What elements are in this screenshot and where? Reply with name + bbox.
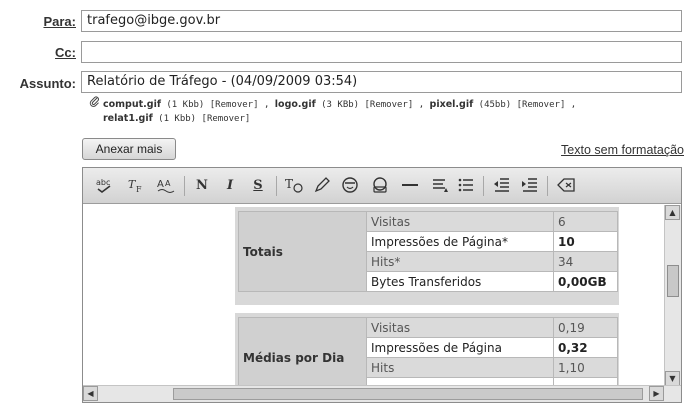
metric-label: Impressões de Página* (366, 231, 554, 252)
attachment-size: (1 Kbb) (166, 100, 205, 110)
metric-label: Hits* (366, 251, 554, 272)
text-color-icon[interactable]: T (283, 175, 305, 197)
underline-button[interactable]: S (247, 175, 269, 197)
to-field[interactable]: trafego@ibge.gov.br (81, 10, 682, 32)
metric-value: 6 (553, 211, 618, 232)
outdent-icon[interactable] (491, 175, 513, 197)
metric-label: Hits (366, 357, 554, 378)
highlight-icon[interactable] (311, 175, 333, 197)
metric-label: Visitas (366, 317, 554, 338)
italic-button[interactable]: I (219, 175, 241, 197)
attachment-item: logo.gif (3 KBb) [Remover] , (274, 99, 425, 110)
scroll-up-icon[interactable]: ▲ (665, 205, 680, 220)
bold-button[interactable]: N (191, 175, 213, 197)
remove-link[interactable]: [Remover] (210, 100, 259, 110)
toolbar-separator (483, 176, 484, 196)
metric-label: Visitas (366, 211, 554, 232)
svg-text:A: A (157, 179, 164, 190)
attachment-item: comput.gif (1 Kbb) [Remover] , (103, 99, 270, 110)
metric-value: 0,19 (553, 317, 618, 338)
daily-averages-table: Médias por Dia Visitas 0,19 Impressões d… (238, 317, 618, 386)
rich-text-editor: abc TF AA N I S T Totais Visitas 6 Impre… (82, 167, 682, 403)
separator: , (418, 100, 425, 110)
remove-link[interactable]: [Remover] (517, 100, 566, 110)
vertical-scroll-thumb[interactable] (667, 265, 679, 297)
subject-field[interactable]: Relatório de Tráfego - (04/09/2009 03:54… (81, 71, 682, 93)
remove-link[interactable]: [Remover] (365, 100, 414, 110)
metric-value: 10 (553, 231, 618, 252)
font-family-icon[interactable]: TF (125, 175, 147, 197)
attachment-size: (45bb) (478, 100, 512, 110)
table-row: Médias por Dia Visitas 0,19 (238, 317, 618, 386)
svg-text:F: F (136, 185, 142, 194)
attachment-name: pixel.gif (429, 99, 474, 110)
metric-value: 34 (553, 251, 618, 272)
toolbar-separator (276, 176, 277, 196)
metric-value: 1,10 (553, 357, 618, 378)
indent-icon[interactable] (519, 175, 541, 197)
totals-heading: Totais (238, 211, 367, 292)
attachment-name: relat1.gif (103, 113, 153, 124)
font-size-icon[interactable]: AA (155, 175, 177, 197)
separator: , (263, 100, 270, 110)
eraser-icon[interactable] (555, 175, 577, 197)
horizontal-rule-icon[interactable] (399, 175, 421, 197)
scroll-down-icon[interactable]: ▼ (665, 371, 680, 386)
cc-label[interactable]: Cc: (36, 45, 76, 60)
svg-text:abc: abc (96, 178, 110, 187)
bulleted-list-icon[interactable] (455, 175, 477, 197)
editor-toolbar: abc TF AA N I S T (83, 168, 681, 204)
attach-more-button[interactable]: Anexar mais (82, 138, 176, 160)
horizontal-scrollbar[interactable]: ◀ ▶ (83, 385, 681, 402)
metric-label: Bytes Transferidos (366, 271, 554, 292)
paperclip-icon (89, 96, 103, 110)
editor-content[interactable]: Totais Visitas 6 Impressões de Página* 1… (83, 205, 664, 386)
attachment-list: comput.gif (1 Kbb) [Remover] , logo.gif … (89, 96, 659, 126)
horizontal-scroll-thumb[interactable] (173, 388, 643, 400)
toolbar-separator (547, 176, 548, 196)
daily-averages-heading: Médias por Dia (238, 317, 367, 386)
totals-table: Totais Visitas 6 Impressões de Página* 1… (238, 211, 618, 292)
metric-label: Impressões de Página (366, 337, 554, 358)
attachment-name: comput.gif (103, 99, 161, 110)
attachment-item: relat1.gif (1 Kbb) [Remover] (89, 113, 251, 124)
metric-value: 0,00GB (553, 271, 618, 292)
to-label[interactable]: Para: (36, 14, 76, 29)
subject-label: Assunto: (19, 76, 76, 91)
attachment-size: (3 KBb) (321, 100, 360, 110)
cc-field[interactable] (81, 41, 682, 63)
svg-text:T: T (285, 177, 293, 191)
align-icon[interactable] (429, 175, 451, 197)
attachment-size: (1 Kbb) (158, 114, 197, 124)
spellcheck-icon[interactable]: abc (93, 175, 115, 197)
scroll-right-icon[interactable]: ▶ (649, 386, 664, 401)
toolbar-separator (184, 176, 185, 196)
table-row: Totais Visitas 6 (238, 211, 618, 292)
metric-value: 0,32 (553, 337, 618, 358)
attachment-item: pixel.gif (45bb) [Remover] , (429, 99, 577, 110)
attachment-name: logo.gif (274, 99, 316, 110)
link-icon[interactable] (369, 175, 391, 197)
vertical-scrollbar[interactable]: ▲ ▼ (664, 205, 681, 386)
plain-text-link[interactable]: Texto sem formatação (561, 143, 684, 157)
smiley-icon[interactable] (339, 175, 361, 197)
scroll-left-icon[interactable]: ◀ (83, 386, 98, 401)
remove-link[interactable]: [Remover] (202, 114, 251, 124)
separator: , (570, 100, 577, 110)
svg-text:A: A (165, 179, 171, 188)
